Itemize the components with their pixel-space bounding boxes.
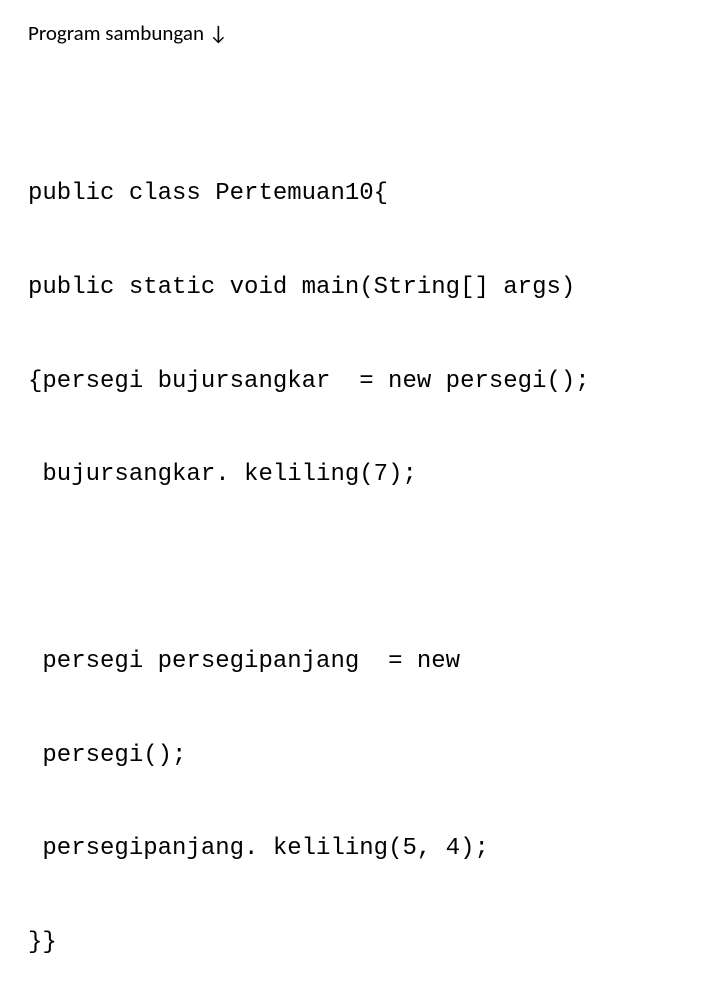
slide-heading: Program sambungan ↓ (28, 20, 692, 46)
code-listing: public class Pertemuan10{ public static … (28, 116, 692, 989)
code-line: public class Pertemuan10{ (28, 178, 692, 209)
blank-line (28, 553, 692, 584)
code-line: persegi persegipanjang = new (28, 646, 692, 677)
code-line: public static void main(String[] args) (28, 272, 692, 303)
code-line: bujursangkar. keliling(7); (28, 459, 692, 490)
code-line: {persegi bujursangkar = new persegi(); (28, 366, 692, 397)
code-line: persegi(); (28, 740, 692, 771)
code-line: persegipanjang. keliling(5, 4); (28, 833, 692, 864)
code-line: }} (28, 927, 692, 958)
